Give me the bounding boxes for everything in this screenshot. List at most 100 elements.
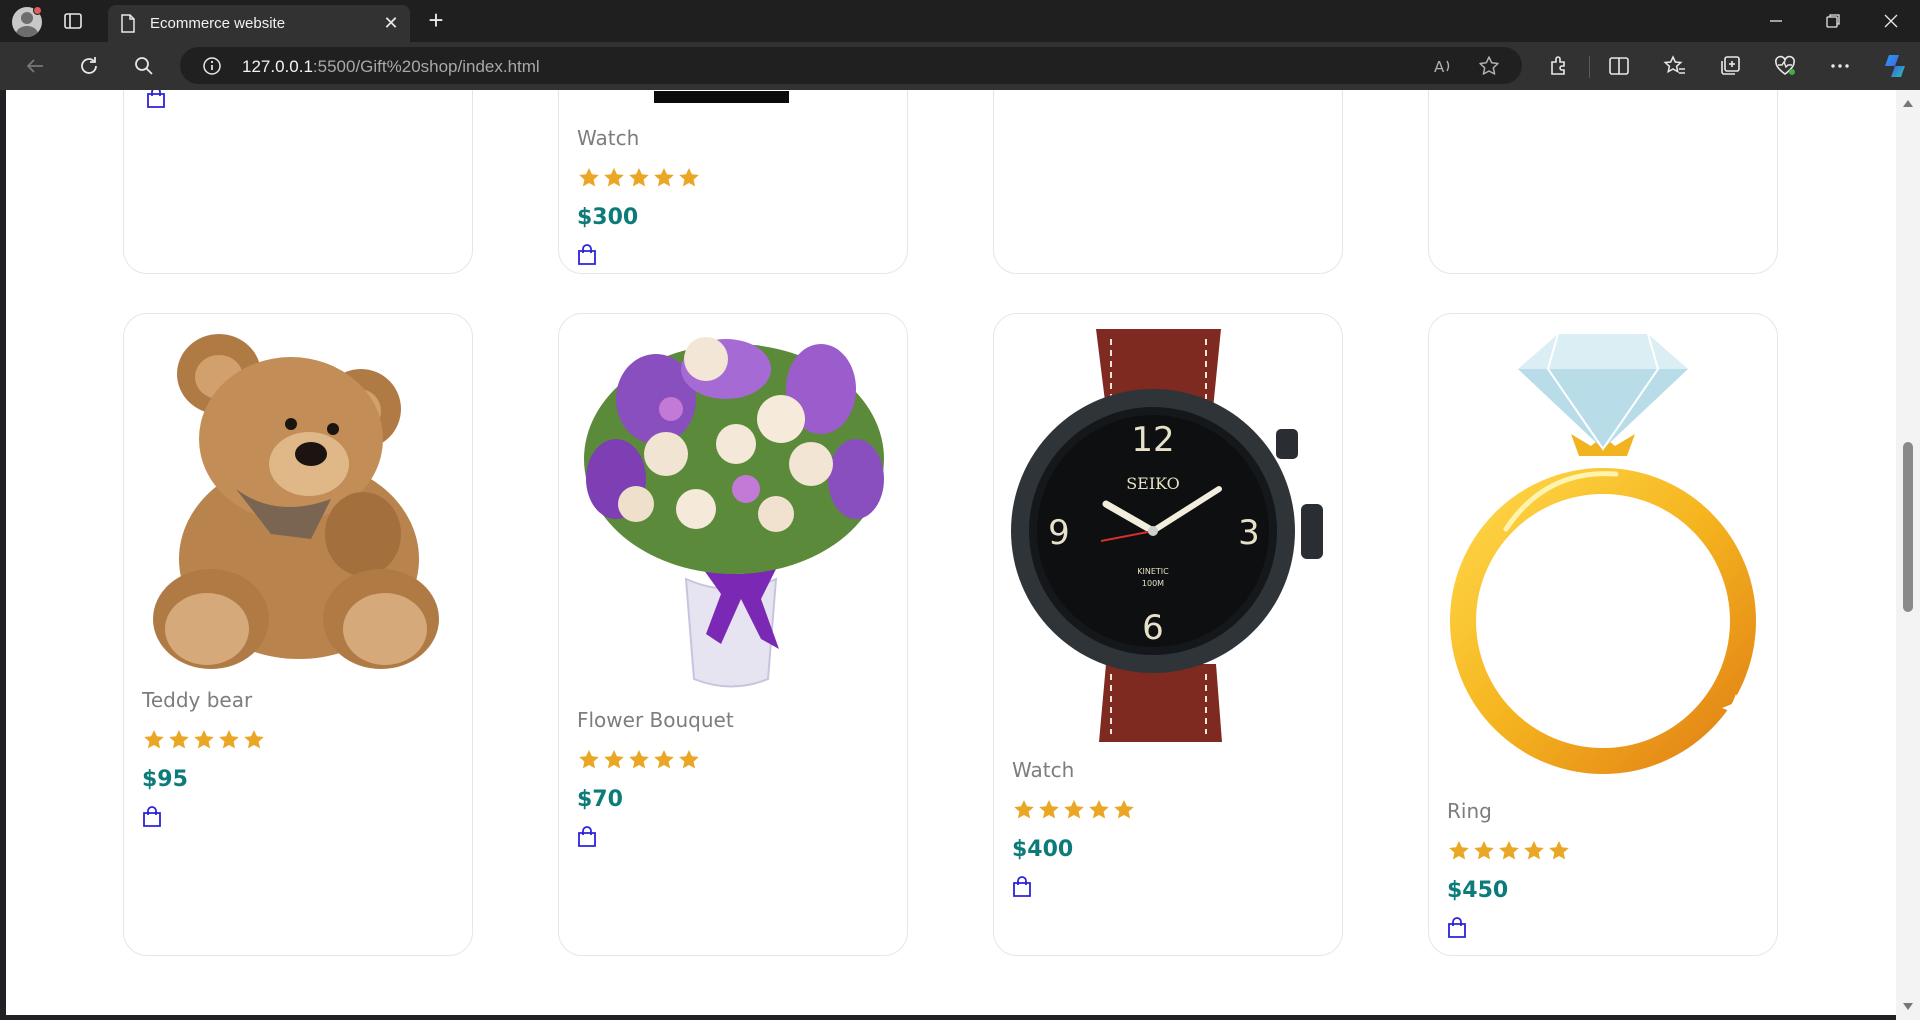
- search-icon[interactable]: [132, 54, 156, 78]
- window-close-icon[interactable]: [1880, 10, 1902, 32]
- watch-brand-text: SEIKO: [1126, 474, 1180, 493]
- watch-numeral-12: 12: [1131, 420, 1174, 460]
- star-icon: [579, 750, 599, 769]
- site-info-icon[interactable]: [202, 56, 222, 76]
- url-host: 127.0.0.1: [242, 57, 313, 76]
- product-price: $450: [1447, 878, 1509, 903]
- diamond-ring-image: [1450, 333, 1756, 774]
- collections-icon[interactable]: [1718, 54, 1742, 78]
- product-card: 12 3 6 9 SEIKO KINETIC 100M Watch $400: [993, 313, 1343, 956]
- close-icon[interactable]: ✕: [382, 14, 400, 32]
- copilot-icon[interactable]: [1880, 51, 1910, 81]
- star-icon: [604, 750, 624, 769]
- star-icon: [629, 750, 649, 769]
- star-icon: [1014, 800, 1034, 819]
- product-price: $95: [142, 767, 188, 792]
- star-icon: [679, 168, 699, 187]
- product-card: Teddy bear $95: [123, 313, 473, 956]
- star-rating: [142, 728, 266, 752]
- watch-numeral-6: 6: [1142, 608, 1164, 648]
- watch-depth-text: 100M: [1142, 579, 1164, 588]
- watch-dial-text: KINETIC: [1137, 567, 1169, 576]
- shopping-bag-icon[interactable]: [142, 806, 162, 828]
- profile-status-dot: [33, 6, 42, 15]
- star-icon: [219, 730, 239, 749]
- star-icon: [629, 168, 649, 187]
- star-icon: [1524, 841, 1544, 860]
- shopping-bag-icon[interactable]: [577, 244, 597, 266]
- star-icon: [1549, 841, 1569, 860]
- svg-text:A: A: [1434, 58, 1445, 76]
- star-icon: [1474, 841, 1494, 860]
- title-bar: Ecommerce website ✕ +: [0, 0, 1920, 42]
- teddy-bear-image: [153, 334, 439, 669]
- scroll-down-arrow-icon[interactable]: [1903, 1003, 1913, 1010]
- page-viewport: Watch $300 Teddy bear $95 Flower Bouquet…: [6, 90, 1896, 1015]
- product-name: Watch: [1012, 758, 1075, 782]
- star-icon: [1114, 800, 1134, 819]
- url-text: 127.0.0.1:5500/Gift%20shop/index.html: [242, 57, 540, 77]
- star-icon: [1089, 800, 1109, 819]
- vertical-scrollbar[interactable]: [1896, 90, 1920, 1020]
- shopping-bag-icon[interactable]: [577, 826, 597, 848]
- minimize-icon[interactable]: [1765, 10, 1787, 32]
- tab-title: Ecommerce website: [150, 15, 286, 32]
- tab-actions-icon[interactable]: [63, 11, 83, 31]
- product-card: Flower Bouquet $70: [558, 313, 908, 956]
- navigation-bar: 127.0.0.1:5500/Gift%20shop/index.html A: [0, 42, 1920, 90]
- product-card: [993, 90, 1343, 274]
- watch-strap-image: [654, 91, 789, 103]
- product-name: Ring: [1447, 799, 1492, 823]
- product-card: Ring $450: [1428, 313, 1778, 956]
- shopping-bag-icon[interactable]: [1447, 917, 1467, 939]
- page-icon: [121, 14, 135, 33]
- product-price: $400: [1012, 837, 1074, 862]
- read-aloud-icon[interactable]: A: [1432, 55, 1454, 77]
- shopping-bag-icon[interactable]: [146, 90, 166, 109]
- star-icon: [1039, 800, 1059, 819]
- url-path: :5500/Gift%20shop/index.html: [312, 57, 540, 76]
- star-rating: [1012, 798, 1136, 822]
- wrist-watch-image: 12 3 6 9 SEIKO KINETIC 100M: [1011, 329, 1323, 742]
- back-arrow-icon[interactable]: [23, 54, 47, 78]
- star-rating: [1447, 839, 1571, 863]
- active-tab[interactable]: Ecommerce website ✕: [108, 5, 410, 42]
- product-card: [1428, 90, 1778, 274]
- flower-bouquet-image: [584, 337, 884, 688]
- favorites-icon[interactable]: [1663, 54, 1687, 78]
- star-icon: [144, 730, 164, 749]
- star-rating: [577, 748, 701, 772]
- browser-essentials-icon[interactable]: [1773, 54, 1797, 78]
- scroll-thumb[interactable]: [1903, 442, 1913, 612]
- watch-numeral-3: 3: [1238, 513, 1260, 553]
- star-icon: [194, 730, 214, 749]
- product-name: Teddy bear: [142, 688, 253, 712]
- star-icon: [654, 168, 674, 187]
- star-icon: [1064, 800, 1084, 819]
- split-screen-icon[interactable]: [1607, 54, 1631, 78]
- star-icon: [244, 730, 264, 749]
- scroll-up-arrow-icon[interactable]: [1903, 100, 1913, 107]
- product-name: Watch: [577, 126, 640, 150]
- product-price: $70: [577, 787, 623, 812]
- star-icon: [1449, 841, 1469, 860]
- refresh-icon[interactable]: [77, 54, 101, 78]
- product-card: [123, 90, 473, 274]
- restore-icon[interactable]: [1822, 10, 1844, 32]
- star-icon: [654, 750, 674, 769]
- plus-icon[interactable]: +: [424, 7, 448, 33]
- toolbar-separator: [1589, 56, 1590, 78]
- favorite-star-icon[interactable]: [1478, 55, 1500, 77]
- star-icon: [169, 730, 189, 749]
- star-icon: [1499, 841, 1519, 860]
- star-icon: [579, 168, 599, 187]
- star-icon: [604, 168, 624, 187]
- product-name: Flower Bouquet: [577, 708, 734, 732]
- address-bar[interactable]: 127.0.0.1:5500/Gift%20shop/index.html A: [180, 47, 1522, 84]
- product-card: Watch $300: [558, 90, 908, 274]
- more-icon[interactable]: [1828, 54, 1852, 78]
- shopping-bag-icon[interactable]: [1012, 876, 1032, 898]
- product-price: $300: [577, 205, 639, 230]
- star-rating: [577, 166, 701, 190]
- extensions-icon[interactable]: [1547, 54, 1571, 78]
